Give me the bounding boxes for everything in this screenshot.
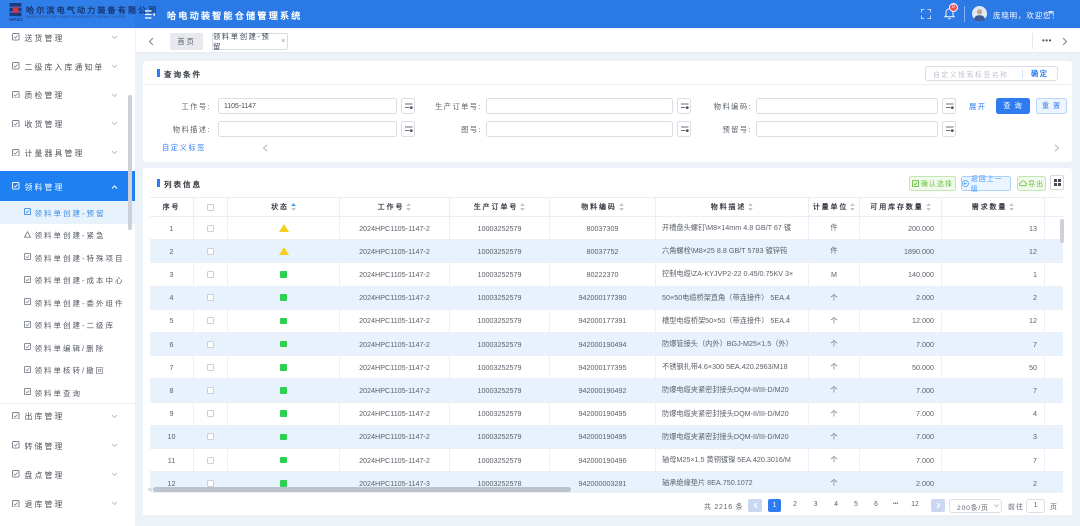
svg-text:HPEC: HPEC (10, 17, 24, 22)
